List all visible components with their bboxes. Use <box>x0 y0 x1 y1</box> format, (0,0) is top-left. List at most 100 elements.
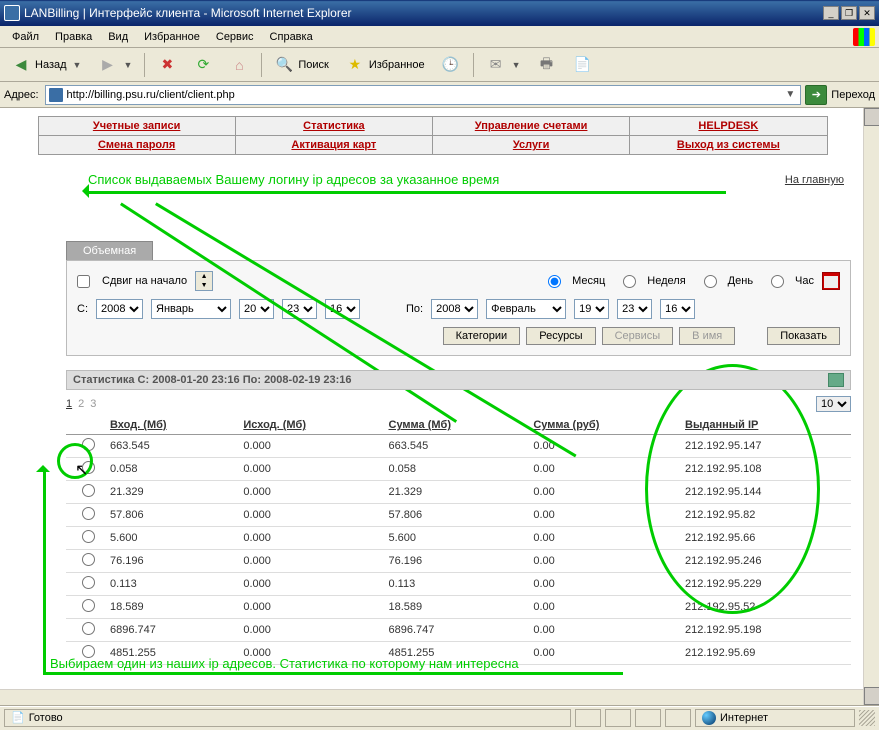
status-panel-3 <box>635 709 661 727</box>
home-icon: ⌂ <box>229 55 249 75</box>
window-title: LANBilling | Интерфейс клиента - Microso… <box>24 6 352 20</box>
back-label: Назад <box>35 59 67 71</box>
to-name-button[interactable]: В имя <box>679 327 735 345</box>
nav-statistics[interactable]: Статистика <box>303 120 365 132</box>
resize-grip[interactable] <box>859 710 875 726</box>
address-bar: Адрес: ▼ ➔ Переход <box>0 82 879 108</box>
services-button[interactable]: Сервисы <box>602 327 674 345</box>
page-2[interactable]: 2 <box>78 398 84 410</box>
menu-edit[interactable]: Правка <box>47 29 100 45</box>
home-button[interactable]: ⌂ <box>222 53 256 77</box>
back-button[interactable]: ◀ Назад ▼ <box>4 53 88 77</box>
menu-favorites[interactable]: Избранное <box>136 29 208 45</box>
vertical-scrollbar[interactable] <box>863 108 879 705</box>
period-hour-radio[interactable] <box>771 275 784 288</box>
search-button[interactable]: 🔍 Поиск <box>267 53 335 77</box>
favorites-button[interactable]: ★ Избранное <box>338 53 432 77</box>
horizontal-scrollbar[interactable] <box>0 689 863 705</box>
period-month-radio[interactable] <box>548 275 561 288</box>
menu-tools[interactable]: Сервис <box>208 29 262 45</box>
cell-rub: 0.00 <box>527 619 679 642</box>
maximize-button[interactable]: ❐ <box>841 6 857 20</box>
col-in[interactable]: Вход. (Мб) <box>104 416 237 435</box>
nav-password[interactable]: Смена пароля <box>98 139 175 151</box>
close-button[interactable]: ✕ <box>859 6 875 20</box>
stop-icon: ✖ <box>157 55 177 75</box>
nav-helpdesk[interactable]: HELPDESK <box>698 120 758 132</box>
col-out[interactable]: Исход. (Мб) <box>237 416 382 435</box>
page-3[interactable]: 3 <box>90 398 96 410</box>
page-1[interactable]: 1 <box>66 398 72 410</box>
to-main-link[interactable]: На главную <box>785 174 844 186</box>
row-radio[interactable] <box>82 599 95 612</box>
nav-logout[interactable]: Выход из системы <box>677 139 780 151</box>
perpage-select[interactable]: 10 <box>816 396 851 412</box>
menu-view[interactable]: Вид <box>100 29 136 45</box>
annotation-ellipse-ip <box>645 364 820 614</box>
address-field[interactable]: ▼ <box>45 85 802 105</box>
print-button[interactable]: 🖶 <box>530 53 564 77</box>
nav-billing[interactable]: Управление счетами <box>475 120 588 132</box>
status-panel-1 <box>575 709 601 727</box>
row-radio[interactable] <box>82 576 95 589</box>
cell-in: 57.806 <box>104 504 237 527</box>
back-dropdown-icon[interactable]: ▼ <box>73 60 82 70</box>
resources-button[interactable]: Ресурсы <box>526 327 595 345</box>
cell-in: 5.600 <box>104 527 237 550</box>
to-year[interactable]: 2008 <box>431 299 478 319</box>
show-button[interactable]: Показать <box>767 327 840 345</box>
to-month[interactable]: Февраль <box>486 299 566 319</box>
print-report-icon[interactable] <box>828 373 844 387</box>
mail-button[interactable]: ✉▼ <box>479 53 528 77</box>
row-radio[interactable] <box>82 507 95 520</box>
refresh-icon: ⟳ <box>193 55 213 75</box>
refresh-button[interactable]: ⟳ <box>186 53 220 77</box>
edit-icon: 📄 <box>573 55 593 75</box>
minimize-button[interactable]: _ <box>823 6 839 20</box>
cell-rub: 0.00 <box>527 642 679 665</box>
row-radio[interactable] <box>82 530 95 543</box>
from-month[interactable]: Январь <box>151 299 231 319</box>
period-hour-label: Час <box>795 275 814 287</box>
row-radio[interactable] <box>82 622 95 635</box>
menu-help[interactable]: Справка <box>262 29 321 45</box>
status-panel-4 <box>665 709 691 727</box>
menu-bar: Файл Правка Вид Избранное Сервис Справка <box>0 26 879 48</box>
cell-rub: 0.00 <box>527 596 679 619</box>
to-day[interactable]: 19 <box>574 299 609 319</box>
shift-spinner[interactable]: ▲▼ <box>195 271 213 291</box>
shift-checkbox[interactable] <box>77 275 90 288</box>
cell-sum: 0.058 <box>383 458 528 481</box>
edit-button[interactable]: 📄 <box>566 53 600 77</box>
categories-button[interactable]: Категории <box>443 327 521 345</box>
from-hour[interactable]: 23 <box>282 299 317 319</box>
to-min[interactable]: 16 <box>660 299 695 319</box>
nav-services[interactable]: Услуги <box>513 139 550 151</box>
to-hour[interactable]: 23 <box>617 299 652 319</box>
filter-panel: Сдвиг на начало ▲▼ Месяц Неделя День Час… <box>66 260 851 356</box>
shift-label: Сдвиг на начало <box>102 275 187 287</box>
cell-sum: 21.329 <box>383 481 528 504</box>
row-radio[interactable] <box>82 553 95 566</box>
forward-dropdown-icon[interactable]: ▼ <box>123 60 132 70</box>
url-input[interactable] <box>67 89 783 101</box>
history-button[interactable]: 🕒 <box>434 53 468 77</box>
address-dropdown-icon[interactable]: ▼ <box>782 89 798 100</box>
page-icon <box>48 87 64 103</box>
row-radio[interactable] <box>82 484 95 497</box>
to-label: По: <box>406 303 423 315</box>
cell-in: 0.058 <box>104 458 237 481</box>
period-day-radio[interactable] <box>704 275 717 288</box>
tab-volume[interactable]: Объемная <box>66 241 153 260</box>
nav-accounts[interactable]: Учетные записи <box>93 120 181 132</box>
menu-file[interactable]: Файл <box>4 29 47 45</box>
calendar-icon[interactable] <box>822 272 840 290</box>
go-button[interactable]: ➔ <box>805 85 827 105</box>
forward-button[interactable]: ▶ ▼ <box>90 53 139 77</box>
cell-rub: 0.00 <box>527 550 679 573</box>
nav-cards[interactable]: Активация карт <box>291 139 376 151</box>
status-bar: 📄Готово Интернет <box>0 706 879 728</box>
period-week-radio[interactable] <box>623 275 636 288</box>
from-year[interactable]: 2008 <box>96 299 143 319</box>
stop-button[interactable]: ✖ <box>150 53 184 77</box>
